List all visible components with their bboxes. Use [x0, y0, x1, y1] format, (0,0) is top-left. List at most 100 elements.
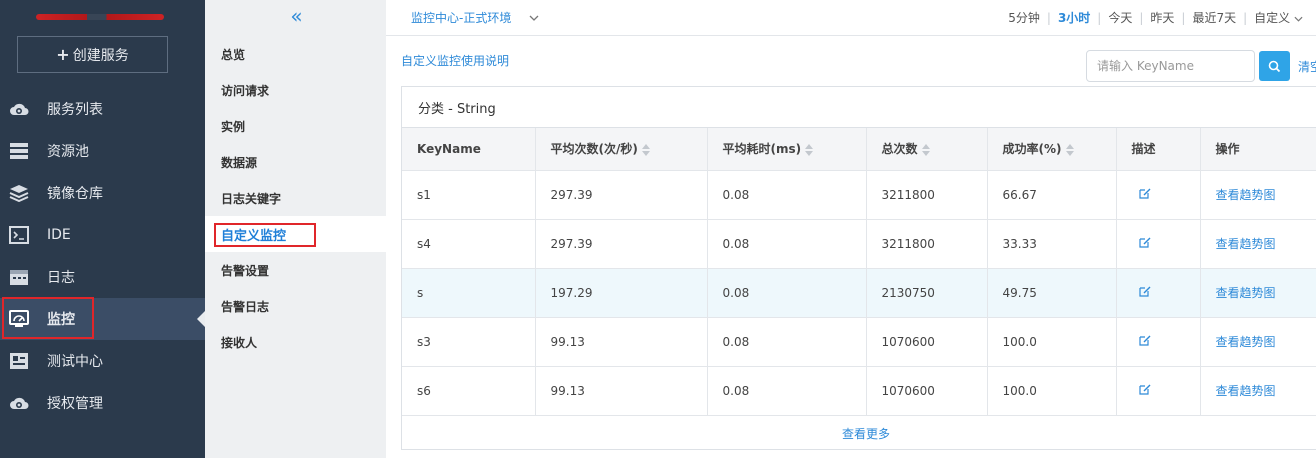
metrics-table: KeyName 平均次数(次/秒) 平均耗时(ms) 总次数 成功率(%) 描述…	[402, 128, 1316, 416]
cell-keyname: s4	[402, 219, 536, 269]
submenu-item-instances[interactable]: 实例	[205, 108, 386, 144]
sidebar-item-label: 服务列表	[47, 102, 103, 118]
calendar-log-icon	[8, 266, 30, 288]
sidebar-item-image-registry[interactable]: 镜像仓库	[0, 172, 205, 214]
cell-actions: 查看趋势图	[1200, 317, 1316, 367]
cell-actions: 查看趋势图	[1200, 219, 1316, 269]
chevron-down-icon	[1294, 16, 1303, 22]
terminal-icon	[8, 224, 30, 246]
column-header-total-count[interactable]: 总次数	[866, 128, 988, 171]
column-header-avg-latency[interactable]: 平均耗时(ms)	[707, 128, 867, 171]
time-range-today[interactable]: 今天	[1101, 9, 1139, 26]
clear-button[interactable]: 清空	[1298, 58, 1316, 75]
time-range-3h[interactable]: 3小时	[1051, 9, 1097, 26]
view-trend-link[interactable]: 查看趋势图	[1216, 237, 1276, 251]
cell-total-count: 3211800	[866, 219, 988, 269]
view-trend-link[interactable]: 查看趋势图	[1216, 384, 1276, 398]
submenu-item-alert-logs[interactable]: 告警日志	[205, 288, 386, 324]
sidebar-item-authorization[interactable]: 授权管理	[0, 382, 205, 424]
edit-icon[interactable]	[1138, 334, 1151, 346]
time-range-yesterday[interactable]: 昨天	[1143, 9, 1181, 26]
sidebar-item-label: 日志	[47, 270, 75, 286]
column-header-description: 描述	[1116, 128, 1201, 171]
cell-avg-count: 99.13	[535, 366, 708, 416]
view-more-link[interactable]: 查看更多	[842, 425, 890, 442]
sidebar-item-service-list[interactable]: 服务列表	[0, 88, 205, 130]
cell-avg-latency: 0.08	[707, 170, 867, 220]
cell-success-rate: 66.67	[987, 170, 1117, 220]
edit-icon[interactable]	[1138, 187, 1151, 199]
time-range-7days[interactable]: 最近7天	[1185, 9, 1243, 26]
submenu-item-datasource[interactable]: 数据源	[205, 144, 386, 180]
column-header-avg-count[interactable]: 平均次数(次/秒)	[535, 128, 708, 171]
table-row: s4 297.39 0.08 3211800 33.33 查看趋势图	[402, 219, 1316, 269]
cell-actions: 查看趋势图	[1200, 268, 1316, 318]
server-stack-icon	[8, 140, 30, 162]
time-range-custom-label: 自定义	[1254, 11, 1291, 25]
environment-selector[interactable]: 监控中心-正式环境	[411, 9, 539, 26]
cell-description	[1116, 170, 1201, 220]
cell-success-rate: 49.75	[987, 268, 1117, 318]
submenu-item-custom-monitor[interactable]: 自定义监控	[205, 216, 386, 252]
create-service-label: 创建服务	[72, 47, 129, 64]
sidebar-item-logs[interactable]: 日志	[0, 256, 205, 298]
environment-label: 监控中心-正式环境	[411, 11, 512, 25]
cloud-gear-icon	[8, 98, 30, 120]
plus-icon: +	[56, 45, 70, 64]
table-row: s1 297.39 0.08 3211800 66.67 查看趋势图	[402, 170, 1316, 220]
cell-total-count: 2130750	[866, 268, 988, 318]
sidebar-item-ide[interactable]: IDE	[0, 214, 205, 256]
view-trend-link[interactable]: 查看趋势图	[1216, 335, 1276, 349]
search-button[interactable]	[1259, 51, 1290, 81]
secondary-menu: « 总览 访问请求 实例 数据源 日志关键字 自定义监控 告警设置 告警日志 接…	[205, 0, 386, 458]
sidebar-item-test-center[interactable]: 测试中心	[0, 340, 205, 382]
cell-avg-latency: 0.08	[707, 317, 867, 367]
cell-avg-count: 197.29	[535, 268, 708, 318]
time-range-custom[interactable]: 自定义	[1247, 9, 1310, 26]
load-more-area: 查看更多	[402, 416, 1316, 452]
column-header-label: 平均次数(次/秒)	[550, 142, 638, 157]
cell-description	[1116, 219, 1201, 269]
chevron-down-icon	[529, 11, 539, 24]
edit-icon[interactable]	[1138, 383, 1151, 395]
cloud-gear-icon	[8, 392, 30, 414]
sidebar-item-monitoring[interactable]: 监控	[0, 298, 205, 340]
time-range-5min[interactable]: 5分钟	[1001, 9, 1047, 26]
sort-icon[interactable]	[1065, 143, 1074, 157]
redacted-brand-name	[36, 14, 164, 20]
view-trend-link[interactable]: 查看趋势图	[1216, 188, 1276, 202]
main-content: 监控中心-正式环境 5分钟 | 3小时 | 今天 | 昨天 | 最近7天 | 自…	[386, 0, 1316, 458]
monitor-gauge-icon	[8, 308, 30, 330]
edit-icon[interactable]	[1138, 236, 1151, 248]
sort-icon[interactable]	[641, 143, 650, 157]
submenu-item-requests[interactable]: 访问请求	[205, 72, 386, 108]
table-header-row: KeyName 平均次数(次/秒) 平均耗时(ms) 总次数 成功率(%) 描述…	[402, 128, 1316, 171]
sort-icon[interactable]	[805, 143, 814, 157]
sidebar-item-resource-pool[interactable]: 资源池	[0, 130, 205, 172]
cell-description	[1116, 366, 1201, 416]
column-header-keyname: KeyName	[402, 128, 536, 171]
sidebar-item-label: 镜像仓库	[47, 186, 103, 202]
sidebar-item-label: 监控	[47, 312, 75, 328]
column-header-success-rate[interactable]: 成功率(%)	[987, 128, 1117, 171]
cell-actions: 查看趋势图	[1200, 170, 1316, 220]
table-row: s6 99.13 0.08 1070600 100.0 查看趋势图	[402, 366, 1316, 416]
cell-actions: 查看趋势图	[1200, 366, 1316, 416]
view-trend-link[interactable]: 查看趋势图	[1216, 286, 1276, 300]
submenu-item-receivers[interactable]: 接收人	[205, 324, 386, 360]
category-panel: 分类 - String KeyName 平均次数(次/秒) 平均耗时(ms) 总…	[401, 86, 1316, 450]
create-service-button[interactable]: + 创建服务	[17, 36, 168, 73]
submenu-item-log-keywords[interactable]: 日志关键字	[205, 180, 386, 216]
keyname-search-input[interactable]	[1086, 50, 1255, 82]
time-range-selector: 5分钟 | 3小时 | 今天 | 昨天 | 最近7天 | 自定义	[1001, 9, 1316, 26]
layers-icon	[8, 182, 30, 204]
cell-keyname: s3	[402, 317, 536, 367]
cell-total-count: 3211800	[866, 170, 988, 220]
collapse-menu-icon[interactable]: «	[205, 0, 386, 32]
search-icon	[1268, 60, 1281, 72]
submenu-item-alert-settings[interactable]: 告警设置	[205, 252, 386, 288]
custom-monitor-help-link[interactable]: 自定义监控使用说明	[401, 52, 509, 69]
sort-icon[interactable]	[921, 143, 930, 157]
edit-icon[interactable]	[1138, 285, 1151, 297]
submenu-item-overview[interactable]: 总览	[205, 36, 386, 72]
